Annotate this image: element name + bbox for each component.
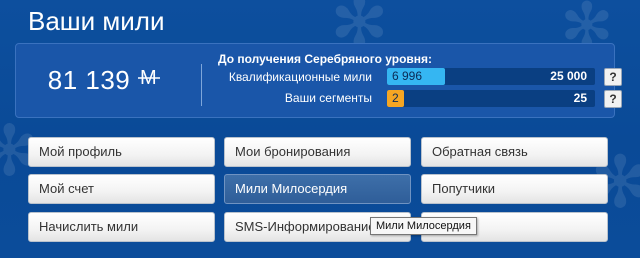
miles-balance: 81 139 M (16, 44, 194, 117)
help-icon[interactable]: ? (604, 90, 622, 108)
my-bookings-button[interactable]: Мои бронирования (224, 137, 411, 167)
miles-currency-glyph: M (138, 67, 161, 89)
miles-currency-icon: M (138, 66, 162, 94)
miles-panel: 81 139 M До получения Серебряного уровня… (15, 43, 622, 118)
segments-current: 2 (392, 91, 399, 105)
feedback-button[interactable]: Обратная связь (421, 137, 608, 167)
qualifying-miles-target: 25 000 (550, 69, 587, 83)
tooltip: Мили Милосердия (370, 217, 477, 235)
claim-miles-button[interactable]: Начислить мили (28, 212, 215, 242)
my-profile-button[interactable]: Мой профиль (28, 137, 215, 167)
segments-bar: 2 25 (387, 90, 595, 107)
help-icon[interactable]: ? (604, 68, 622, 86)
charity-miles-button[interactable]: Мили Милосердия (224, 174, 411, 204)
qualifying-miles-current: 6 996 (392, 69, 423, 83)
miles-value: 81 139 (47, 65, 131, 95)
divider (201, 64, 202, 106)
segments-label: Ваши сегменты (284, 91, 372, 105)
segments-target: 25 (573, 91, 587, 105)
page-title: Ваши мили (28, 6, 165, 36)
qualifying-miles-bar: 6 996 25 000 (387, 68, 595, 85)
companions-button[interactable]: Попутчики (421, 174, 608, 204)
qualifying-miles-label: Квалификационные мили (228, 70, 372, 84)
progress-title: До получения Серебряного уровня: (218, 52, 433, 66)
my-account-button[interactable]: Мой счет (28, 174, 215, 204)
